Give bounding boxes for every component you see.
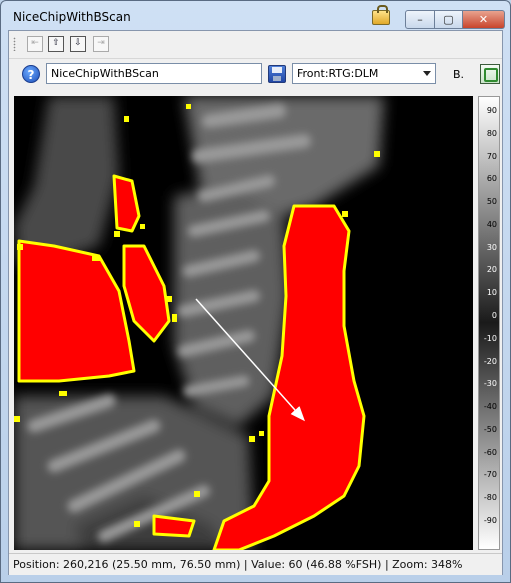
color-scale-bar: 90 80 70 60 50 40 30 20 10 0 -10 -20 -30 -40 -50 -60 -70… [478,96,500,550]
toolbar-grip[interactable] [13,37,16,51]
first-frame-button[interactable]: ⇤ [27,36,43,52]
scale-tick-label: -10 [483,333,497,343]
status-text: Position: 260,216 (25.50 mm, 76.50 mm) |… [13,558,463,571]
refresh-icon[interactable] [480,64,500,84]
scale-tick-label: 40 [486,219,497,229]
scale-tick-label: 90 [486,106,497,115]
help-icon[interactable]: ? [22,65,40,83]
scale-tick-label: -70 [483,470,497,480]
application-window: NiceChipWithBScan – ▢ ✕ ⇤ ⇧ ⇩ ⇥ ? Front:… [0,0,511,583]
scan-name-input[interactable] [46,63,262,84]
bscan-image[interactable] [14,96,473,550]
status-bar: Position: 260,216 (25.50 mm, 76.50 mm) |… [9,553,502,575]
scale-tick-label: 30 [486,242,497,252]
scale-tick-label: -60 [483,447,497,457]
minimize-button[interactable]: – [405,10,435,29]
scale-tick-label: 10 [486,288,497,298]
scale-tick-label: 80 [486,128,497,138]
client-area: ⇤ ⇧ ⇩ ⇥ ? Front:RTG:DLM B. [8,30,503,575]
scale-tick-label: -40 [483,402,497,412]
view-select-value: Front:RTG:DLM [297,67,379,80]
scale-tick-label: -50 [483,424,497,434]
title-bar[interactable]: NiceChipWithBScan – ▢ ✕ [1,1,510,29]
chevron-down-icon [423,71,431,76]
b-label: B. [453,68,465,81]
scale-tick-label: 60 [486,174,497,184]
scale-tick-label: -80 [483,493,497,503]
scale-tick-label: 50 [486,197,497,207]
navigation-toolbar: ⇤ ⇧ ⇩ ⇥ [9,31,502,59]
scale-tick-label: 0 [491,311,497,320]
scale-tick-label: 70 [486,151,497,161]
maximize-button[interactable]: ▢ [435,10,463,29]
save-icon[interactable] [268,65,286,83]
scale-tick-label: 20 [486,265,497,275]
window-title: NiceChipWithBScan [13,10,131,24]
close-button[interactable]: ✕ [463,10,505,29]
scan-toolbar: ? Front:RTG:DLM B. [9,60,502,90]
view-select[interactable]: Front:RTG:DLM [292,63,436,84]
scale-tick-label: -30 [483,379,497,389]
scale-tick-label: -20 [483,356,497,366]
lock-icon[interactable] [372,5,390,25]
previous-frame-button[interactable]: ⇧ [48,36,64,52]
bscan-canvas [14,96,473,550]
last-frame-button[interactable]: ⇥ [93,36,109,52]
scale-tick-label: -90 [483,516,497,525]
next-frame-button[interactable]: ⇩ [70,36,86,52]
